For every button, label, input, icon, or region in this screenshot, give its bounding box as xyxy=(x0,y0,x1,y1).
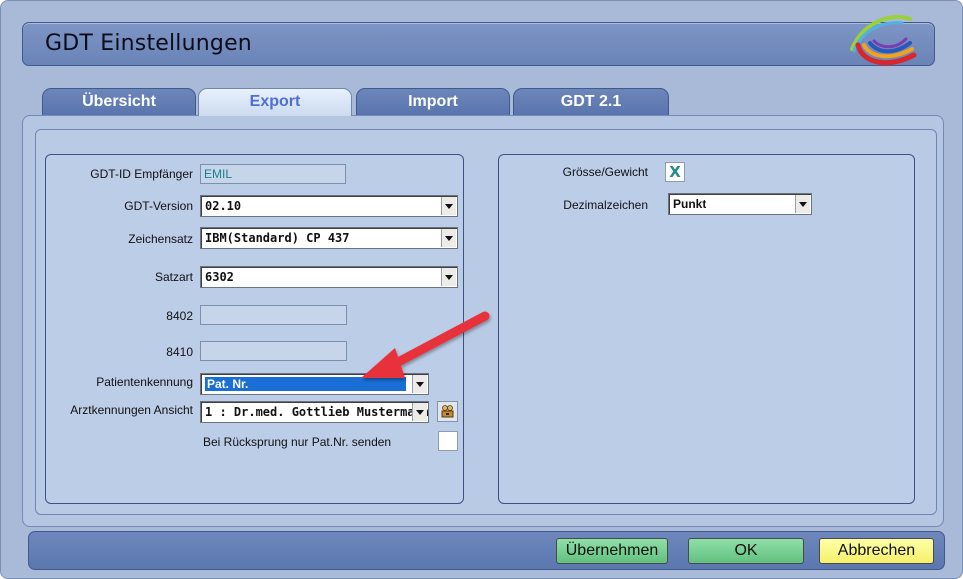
field-8402-label: 8402 xyxy=(166,309,193,323)
title-bar: GDT Einstellungen xyxy=(22,14,935,66)
arztkennungen-select[interactable]: 1 : Dr.med. Gottlieb Mustermann xyxy=(200,401,429,423)
gdt-version-value: 02.10 xyxy=(205,199,242,213)
field-8410-input[interactable] xyxy=(200,341,347,361)
zeichensatz-label: Zeichensatz xyxy=(128,232,193,246)
rueckspung-label: Bei Rücksprung nur Pat.Nr. senden xyxy=(203,435,392,449)
export-main-settings-group: GDT-ID Empfänger EMIL GDT-Version 02.10 … xyxy=(45,154,464,504)
chevron-down-icon[interactable] xyxy=(795,195,810,213)
arztkennungen-value: 1 : Dr.med. Gottlieb Mustermann xyxy=(205,405,429,419)
doctor-lookup-icon[interactable] xyxy=(437,401,458,422)
gdt-id-label: GDT-ID Empfänger xyxy=(90,167,193,181)
dezimalzeichen-label: Dezimalzeichen xyxy=(563,198,648,212)
chevron-down-icon[interactable] xyxy=(441,197,456,215)
field-8402-input[interactable] xyxy=(200,305,347,325)
chevron-down-icon[interactable] xyxy=(412,403,427,421)
dezimalzeichen-select[interactable]: Punkt xyxy=(668,193,812,215)
export-tab-panel: GDT-ID Empfänger EMIL GDT-Version 02.10 … xyxy=(22,115,944,527)
ok-button[interactable]: OK xyxy=(688,538,804,564)
satzart-value: 6302 xyxy=(205,270,234,284)
chevron-down-icon[interactable] xyxy=(441,229,456,247)
export-content-area: GDT-ID Empfänger EMIL GDT-Version 02.10 … xyxy=(35,129,937,515)
gdt-version-select[interactable]: 02.10 xyxy=(200,195,458,217)
gdt-version-label: GDT-Version xyxy=(124,199,193,213)
tab-export[interactable]: Export xyxy=(198,88,352,116)
gdt-id-field[interactable]: EMIL xyxy=(200,164,346,184)
window-title: GDT Einstellungen xyxy=(45,31,252,56)
zeichensatz-value: IBM(Standard) CP 437 xyxy=(205,231,350,245)
abbrechen-button[interactable]: Abbrechen xyxy=(819,538,934,564)
patientenkennung-label: Patientenkennung xyxy=(96,375,193,389)
settings-window: GDT Einstellungen Übersicht Export Impor… xyxy=(0,0,963,579)
zeichensatz-select[interactable]: IBM(Standard) CP 437 xyxy=(200,227,458,249)
button-bar: Übernehmen OK Abbrechen xyxy=(28,531,945,570)
chevron-down-icon[interactable] xyxy=(412,375,427,393)
tab-gdt-21[interactable]: GDT 2.1 xyxy=(513,88,669,115)
rueckspung-checkbox[interactable] xyxy=(438,431,458,451)
chevron-down-icon[interactable] xyxy=(441,268,456,286)
groesse-gewicht-label: Grösse/Gewicht xyxy=(562,165,648,179)
uebernehmen-button[interactable]: Übernehmen xyxy=(556,538,668,564)
tab-uebersicht[interactable]: Übersicht xyxy=(42,88,196,115)
colorful-swoosh-logo xyxy=(850,14,917,66)
groesse-gewicht-checkbox[interactable]: X xyxy=(665,162,685,182)
field-8410-label: 8410 xyxy=(166,345,193,359)
export-format-settings-group: Grösse/Gewicht X Dezimalzeichen Punkt xyxy=(498,154,915,504)
patientenkennung-select[interactable]: Pat. Nr. xyxy=(200,373,429,395)
patientenkennung-value: Pat. Nr. xyxy=(205,377,406,391)
tab-import[interactable]: Import xyxy=(356,88,510,115)
satzart-select[interactable]: 6302 xyxy=(200,266,458,288)
arztkennungen-label: Arztkennungen Ansicht xyxy=(70,403,193,417)
dezimalzeichen-value: Punkt xyxy=(673,197,707,211)
satzart-label: Satzart xyxy=(154,270,193,284)
